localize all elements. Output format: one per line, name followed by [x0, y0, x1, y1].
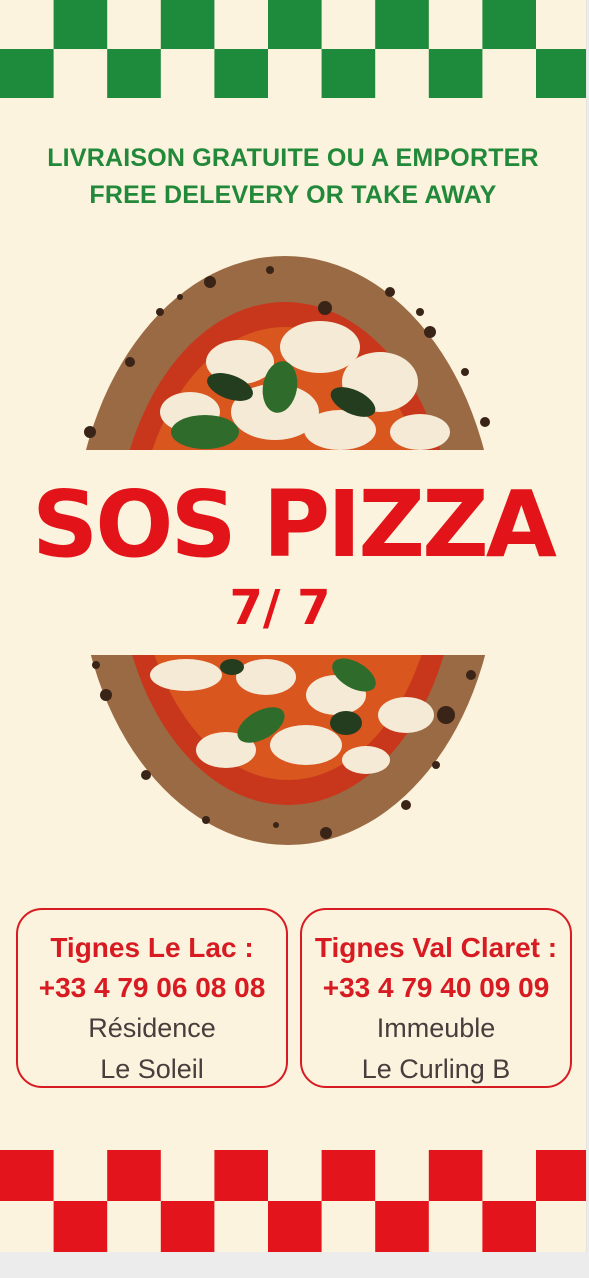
- pizza-top-half-image: [84, 256, 490, 450]
- tagline-english: FREE DELEVERY OR TAKE AWAY: [89, 181, 497, 209]
- location-card-val-claret: Tignes Val Claret : +33 4 79 40 09 09 Im…: [300, 908, 572, 1088]
- address-line-2: Le Soleil: [100, 1054, 204, 1084]
- address-line-2: Le Curling B: [361, 1054, 511, 1084]
- flyer: LIVRAISON GRATUITE OU A EMPORTER FREE DE…: [0, 0, 587, 1252]
- pizza-bottom-half-image: [90, 655, 486, 845]
- phone-number-link[interactable]: +33 4 79 40 09 09: [302, 968, 570, 1008]
- location-card-le-lac: Tignes Le Lac : +33 4 79 06 08 08 Réside…: [16, 908, 288, 1088]
- green-checker-banner: [0, 0, 586, 98]
- phone-number-link[interactable]: +33 4 79 06 08 08: [18, 968, 286, 1008]
- location-name: Tignes Val Claret :: [314, 932, 558, 963]
- red-checker-banner: [0, 1150, 586, 1252]
- tagline: LIVRAISON GRATUITE OU A EMPORTER FREE DE…: [0, 140, 586, 214]
- address-line-1: Résidence: [88, 1013, 216, 1043]
- opening-days: 7/ 7: [229, 580, 331, 636]
- location-name: Tignes Le Lac :: [50, 932, 254, 963]
- restaurant-title: SOS PIZZA: [31, 471, 557, 578]
- address-line-1: Immeuble: [376, 1013, 496, 1043]
- tagline-french: LIVRAISON GRATUITE OU A EMPORTER: [47, 144, 539, 172]
